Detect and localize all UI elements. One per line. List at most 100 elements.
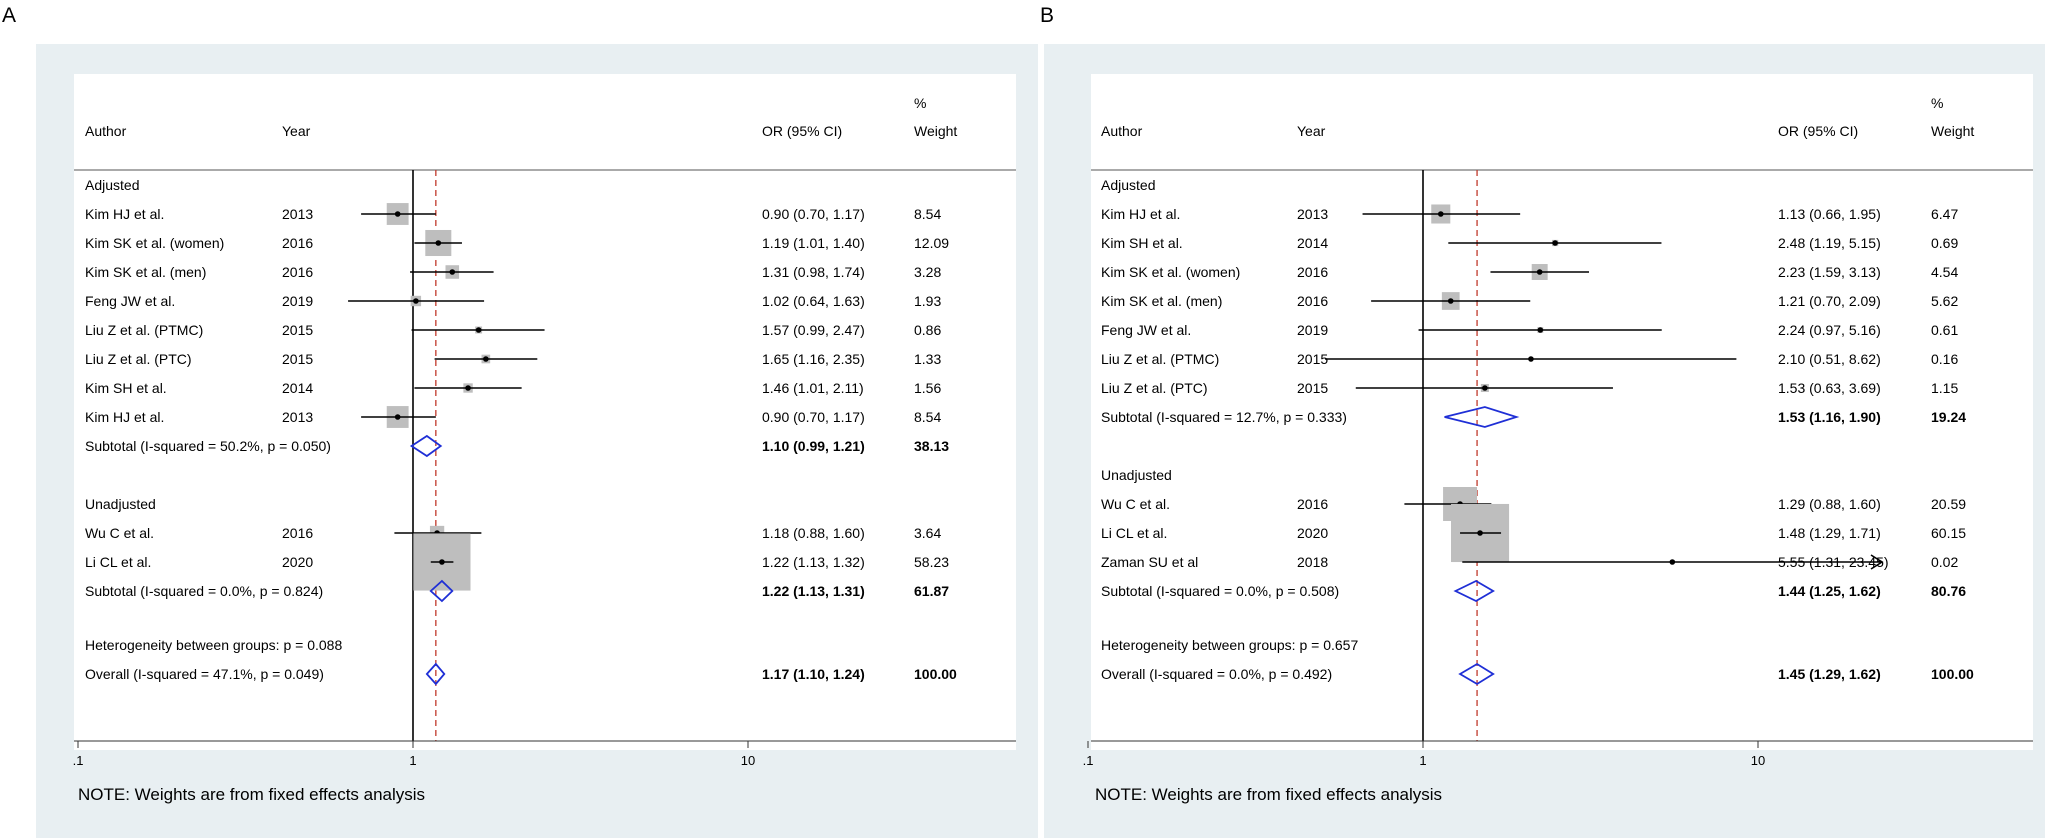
study-author: Feng JW et al. (1101, 322, 1191, 338)
study-weight: 0.86 (914, 322, 941, 338)
study-year: 2015 (1297, 380, 1328, 396)
study-weight: 20.59 (1931, 496, 1966, 512)
study-or-ci: 1.57 (0.99, 2.47) (762, 322, 865, 338)
subtotal-label: Subtotal (I-squared = 12.7%, p = 0.333) (1101, 409, 1347, 425)
overall-or-ci: 1.45 (1.29, 1.62) (1778, 666, 1881, 682)
study-or-ci: 2.24 (0.97, 5.16) (1778, 322, 1881, 338)
study-point-estimate (439, 559, 445, 565)
study-or-ci: 1.18 (0.88, 1.60) (762, 525, 865, 541)
study-author: Wu C et al. (1101, 496, 1170, 512)
study-author: Kim SK et al. (women) (85, 235, 224, 251)
subtotal-weight: 38.13 (914, 438, 949, 454)
study-year: 2020 (1297, 525, 1328, 541)
study-author: Liu Z et al. (PTMC) (85, 322, 203, 338)
study-weight: 0.61 (1931, 322, 1958, 338)
study-author: Wu C et al. (85, 525, 154, 541)
group-label: Unadjusted (1101, 467, 1172, 483)
study-weight: 0.69 (1931, 235, 1958, 251)
study-author: Li CL et al. (85, 554, 151, 570)
weights-note: NOTE: Weights are from fixed effects ana… (1095, 785, 1442, 804)
study-or-ci: 1.19 (1.01, 1.40) (762, 235, 865, 251)
study-point-estimate (394, 414, 401, 420)
study-point-estimate (1537, 327, 1544, 333)
header-author: Author (85, 123, 127, 139)
study-author: Kim HJ et al. (85, 206, 164, 222)
heterogeneity-text: Heterogeneity between groups: p = 0.088 (85, 637, 342, 653)
study-or-ci: 1.02 (0.64, 1.63) (762, 293, 865, 309)
study-weight: 58.23 (914, 554, 949, 570)
study-point-estimate (435, 240, 442, 246)
x-tick-label: 1 (1419, 753, 1426, 768)
study-or-ci: 1.29 (0.88, 1.60) (1778, 496, 1881, 512)
study-or-ci: 1.53 (0.63, 3.69) (1778, 380, 1881, 396)
study-weight: 6.47 (1931, 206, 1958, 222)
study-author: Kim SK et al. (men) (1101, 293, 1222, 309)
header-year: Year (1297, 123, 1326, 139)
subtotal-or-ci: 1.10 (0.99, 1.21) (762, 438, 865, 454)
study-point-estimate (394, 211, 401, 217)
study-author: Feng JW et al. (85, 293, 175, 309)
study-year: 2013 (1297, 206, 1328, 222)
study-weight: 0.02 (1931, 554, 1958, 570)
study-point-estimate (1482, 385, 1488, 391)
subtotal-weight: 61.87 (914, 583, 949, 599)
subtotal-diamond (1453, 579, 1495, 603)
study-author: Liu Z et al. (PTMC) (1101, 351, 1219, 367)
study-point-estimate (449, 269, 456, 275)
subtotal-or-ci: 1.22 (1.13, 1.31) (762, 583, 865, 599)
subtotal-weight: 80.76 (1931, 583, 1966, 599)
study-point-estimate (1552, 240, 1558, 246)
study-weight: 12.09 (914, 235, 949, 251)
study-weight: 8.54 (914, 206, 941, 222)
study-point-estimate (1528, 356, 1534, 362)
overall-weight: 100.00 (914, 666, 957, 682)
study-year: 2013 (282, 409, 313, 425)
study-or-ci: 1.48 (1.29, 1.71) (1778, 525, 1881, 541)
overall-label: Overall (I-squared = 0.0%, p = 0.492) (1101, 666, 1332, 682)
study-year: 2015 (282, 322, 313, 338)
study-or-ci: 0.90 (0.70, 1.17) (762, 409, 865, 425)
study-or-ci: 2.10 (0.51, 8.62) (1778, 351, 1881, 367)
study-year: 2015 (282, 351, 313, 367)
subtotal-weight: 19.24 (1931, 409, 1966, 425)
x-tick-label: .1 (1083, 753, 1094, 768)
study-weight: 0.16 (1931, 351, 1958, 367)
study-weight: 60.15 (1931, 525, 1966, 541)
study-point-estimate (1536, 269, 1543, 275)
overall-weight: 100.00 (1931, 666, 1974, 682)
study-year: 2016 (1297, 264, 1328, 280)
subtotal-or-ci: 1.53 (1.16, 1.90) (1778, 409, 1881, 425)
forest-plots: Author Year OR (95% CI)% Weight .1 1 10 NOTE: W… (73, 95, 2033, 804)
study-author: Liu Z et al. (PTC) (85, 351, 192, 367)
study-author: Kim SK et al. (men) (85, 264, 206, 280)
study-point-estimate (483, 356, 489, 362)
study-weight: 1.93 (914, 293, 941, 309)
study-weight: 1.56 (914, 380, 941, 396)
study-author: Kim SH et al. (85, 380, 167, 396)
study-weight: 3.28 (914, 264, 941, 280)
study-weight: 1.33 (914, 351, 941, 367)
subtotal-diamond (1444, 406, 1520, 428)
study-year: 2019 (1297, 322, 1328, 338)
study-year: 2016 (1297, 496, 1328, 512)
study-year: 2019 (282, 293, 313, 309)
study-weight: 8.54 (914, 409, 941, 425)
subtotal-or-ci: 1.44 (1.25, 1.62) (1778, 583, 1881, 599)
study-author: Kim HJ et al. (1101, 206, 1180, 222)
study-point-estimate (1437, 211, 1444, 217)
study-year: 2014 (282, 380, 313, 396)
group-label: Adjusted (85, 177, 139, 193)
study-author: Liu Z et al. (PTC) (1101, 380, 1208, 396)
study-weight: 5.62 (1931, 293, 1958, 309)
study-year: 2015 (1297, 351, 1328, 367)
header-or-ci: OR (95% CI) (762, 123, 842, 139)
subtotal-label: Subtotal (I-squared = 0.0%, p = 0.508) (1101, 583, 1339, 599)
header-year: Year (282, 123, 311, 139)
study-year: 2013 (282, 206, 313, 222)
study-year: 2016 (282, 235, 313, 251)
study-year: 2016 (282, 264, 313, 280)
overall-label: Overall (I-squared = 47.1%, p = 0.049) (85, 666, 324, 682)
study-or-ci: 1.46 (1.01, 2.11) (762, 380, 864, 396)
study-author: Kim SH et al. (1101, 235, 1183, 251)
study-year: 2016 (282, 525, 313, 541)
